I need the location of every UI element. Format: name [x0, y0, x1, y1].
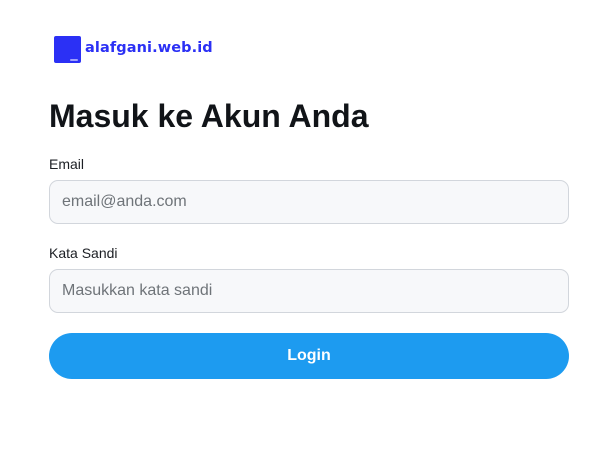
page-title: Masuk ke Akun Anda: [49, 98, 369, 134]
logo-mark: [70, 58, 78, 61]
password-field[interactable]: [49, 269, 569, 313]
brand-logo-icon: [54, 35, 81, 63]
login-button[interactable]: Login: [49, 333, 569, 379]
brand-header[interactable]: alafgani.web.id: [54, 35, 213, 63]
email-label: Email: [49, 156, 85, 172]
brand-name: alafgani.web.id: [85, 40, 213, 56]
login-page: alafgani.web.id Masuk ke Akun Anda Email…: [0, 0, 605, 452]
email-field[interactable]: [49, 180, 569, 224]
password-label: Kata Sandi: [49, 245, 118, 261]
